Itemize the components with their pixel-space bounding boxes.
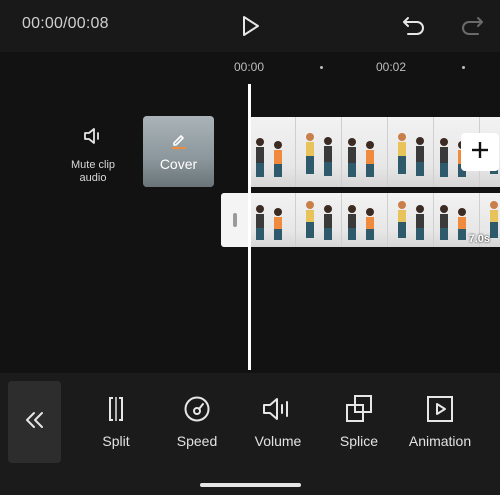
top-bar: 00:00/00:08 [0,0,500,52]
play-icon[interactable] [236,12,264,40]
cover-label: Cover [159,156,198,172]
back-button[interactable] [8,381,61,463]
animation-icon [404,394,476,424]
time-readout: 00:00/00:08 [22,15,109,32]
volume-label: Volume [254,433,302,449]
ruler-dot [320,66,323,69]
double-chevron-left-icon [24,409,46,436]
redo-icon[interactable] [458,12,486,40]
volume-button[interactable]: Volume [248,394,308,454]
clip-duration: 7.0s [468,233,490,245]
trim-handle[interactable] [221,193,250,247]
grip-icon [233,213,237,227]
animation-label: Animation [408,433,472,449]
ruler-label: 00:02 [376,60,407,74]
split-label: Split [102,433,130,449]
volume-icon [248,394,308,424]
splice-button[interactable]: Splice [334,394,384,454]
frame-thumbnail [388,193,434,247]
frame-thumbnail [296,193,342,247]
speed-label: Speed [176,433,218,449]
add-clip-button[interactable] [461,133,499,171]
playhead[interactable] [248,84,251,370]
frame-thumbnail [250,193,296,247]
ruler-dot [462,66,465,69]
ruler-label: 00:00 [234,60,265,74]
frame-thumbnail [388,117,434,187]
mute-label: Mute clip audio [70,159,116,184]
edit-pencil-icon [171,132,187,155]
animation-button[interactable]: Animation [404,394,476,454]
speed-button[interactable]: Speed [172,394,222,454]
speed-icon [172,394,222,424]
undo-icon[interactable] [400,12,428,40]
frame-thumbnail [342,193,388,247]
clip-frames [250,193,500,247]
splice-label: Splice [339,433,379,449]
selected-clip-track[interactable]: 7.0s [250,193,500,247]
split-icon [96,394,136,424]
frame-thumbnail [342,117,388,187]
time-ruler: 00:00 00:02 [0,60,500,80]
cover-button[interactable]: Cover [143,116,214,187]
home-indicator[interactable] [200,483,301,487]
split-button[interactable]: Split [96,394,136,454]
plus-icon [470,140,490,165]
mute-clip-audio-button[interactable]: Mute clip audio [63,124,123,185]
speaker-icon [81,128,105,152]
frame-thumbnail [250,117,296,187]
frame-thumbnail [296,117,342,187]
splice-icon [334,394,384,424]
